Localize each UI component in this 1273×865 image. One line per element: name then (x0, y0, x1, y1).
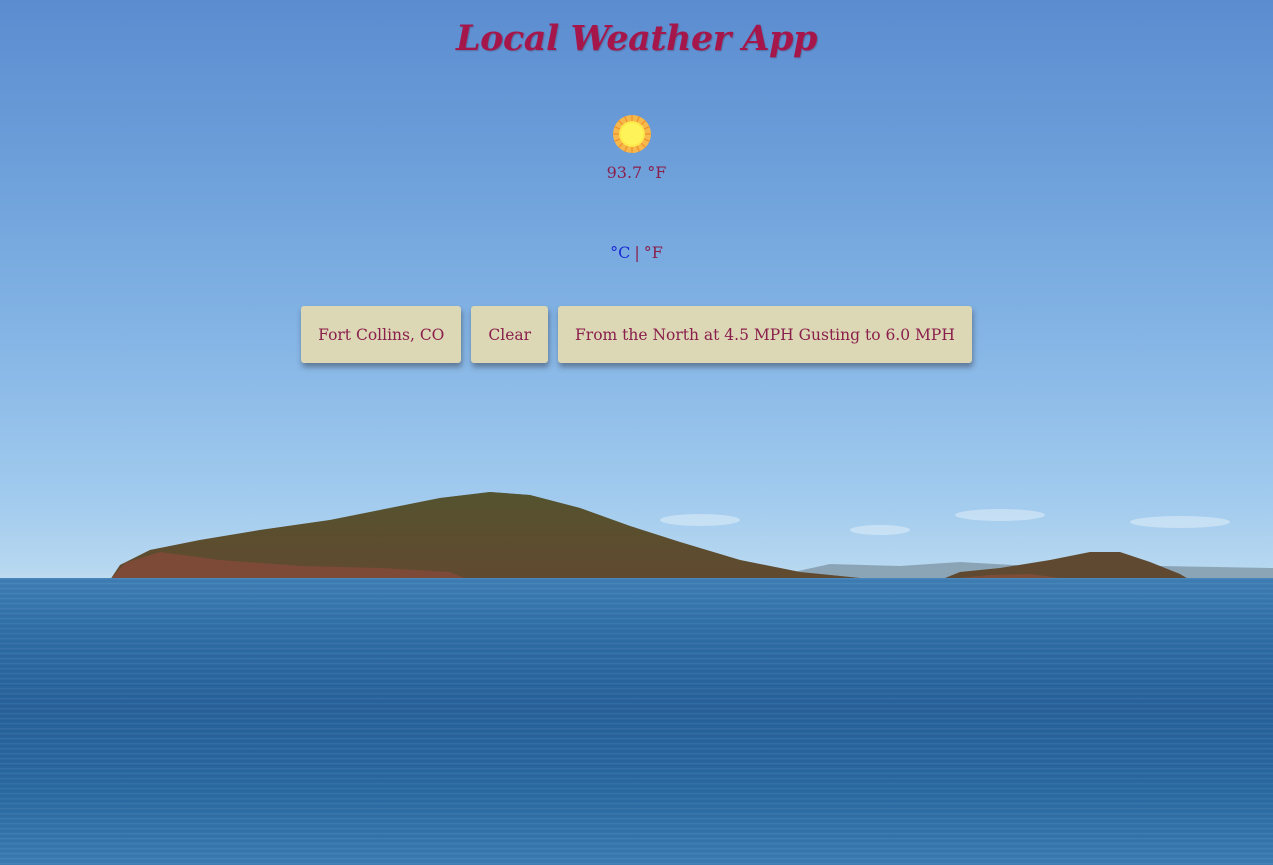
wind-button[interactable]: From the North at 4.5 MPH Gusting to 6.0… (558, 306, 972, 363)
unit-toggle: °C | °F (0, 243, 1273, 262)
location-button[interactable]: Fort Collins, CO (301, 306, 462, 363)
fahrenheit-link[interactable]: °F (644, 243, 663, 262)
page-title: Local Weather App (456, 18, 817, 59)
temperature-readout: 93.7 °F (606, 163, 667, 182)
sun-icon (612, 114, 652, 154)
celsius-link[interactable]: °C (610, 243, 630, 262)
sea-water (0, 578, 1273, 865)
unit-separator: | (634, 243, 640, 262)
clear-button[interactable]: Clear (471, 306, 549, 363)
button-row: Fort Collins, CO Clear From the North at… (0, 306, 1273, 363)
